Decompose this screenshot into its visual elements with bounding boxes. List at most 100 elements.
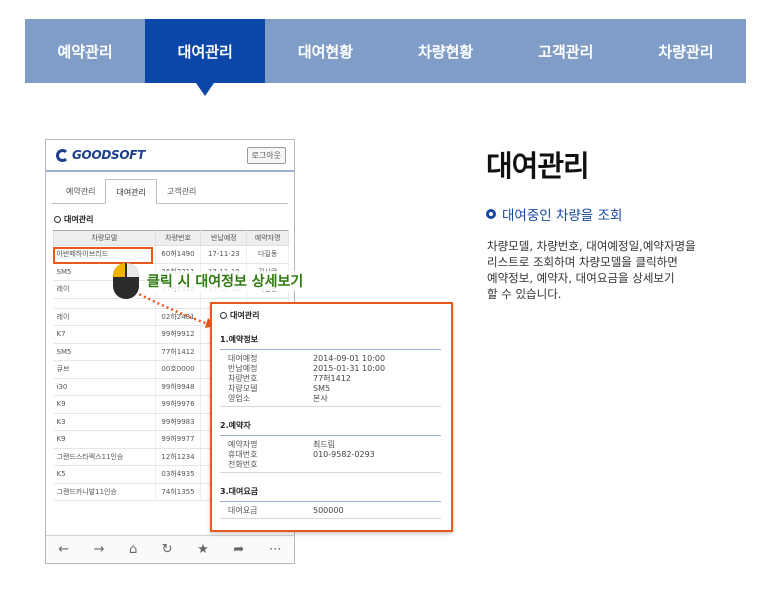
field-label: 휴대번호	[228, 450, 258, 459]
cell-model[interactable]: K9	[53, 430, 156, 449]
cell-model[interactable]: 그랜드스타렉스11인승	[53, 448, 156, 466]
popup-field-row: 예약자명 최드림	[220, 440, 441, 450]
browser-toolbar: ← → ⌂ ↻ ★ ➦ ⋯	[46, 535, 294, 563]
cell-model[interactable]: K9	[53, 395, 156, 414]
circle-bullet-icon	[486, 209, 496, 219]
field-label: 대여요금	[228, 506, 258, 515]
refresh-icon[interactable]: ↻	[162, 542, 173, 557]
field-label: 반납예정	[228, 364, 258, 373]
logout-button[interactable]: 로그아웃	[246, 146, 286, 164]
popup-title-label: 대여관리	[230, 311, 260, 320]
home-icon[interactable]: ⌂	[129, 542, 137, 557]
popup-field-row: 차량번호 77허1412	[220, 374, 441, 384]
cell-model[interactable]: K3	[53, 413, 156, 431]
cell-plate: 99허9977	[155, 430, 202, 449]
cell-model[interactable]: i30	[53, 378, 156, 396]
cell-plate: 99허9948	[155, 378, 202, 396]
cell-model[interactable]: SM5	[53, 263, 156, 281]
phone-section-label: 대여관리	[64, 215, 94, 224]
logo-g-icon	[56, 148, 69, 162]
phone-tabs: 예약관리 대여관리 고객관리	[52, 179, 288, 204]
cell-plate: 74허1355	[155, 483, 202, 501]
cell-plate: 77허1412	[155, 343, 202, 361]
phone-tab-rental[interactable]: 대여관리	[105, 179, 157, 204]
description-line: 할 수 있습니다.	[487, 287, 562, 301]
cell-model[interactable]: 큐브	[53, 360, 156, 379]
nav-tab-rental-status[interactable]: 대여현황	[265, 19, 385, 83]
description-line: 차량모델, 차량번호, 대여예정일,예약자명을	[487, 239, 696, 253]
model-highlight-box	[53, 247, 153, 264]
field-label: 전화번호	[228, 460, 258, 469]
star-icon[interactable]: ★	[197, 542, 209, 557]
goodsoft-logo: GOODSOFT	[56, 148, 145, 162]
field-label: 영업소	[228, 394, 251, 403]
nav-tab-rental[interactable]: 대여관리	[145, 19, 266, 96]
cell-return: 17-11-23	[200, 245, 248, 264]
col-header-return: 반납예정	[200, 230, 248, 246]
popup-section-rows: 대여요금 500000	[220, 506, 441, 519]
click-hint-label: 클릭 시 대여정보 상세보기	[146, 271, 305, 291]
popup-section-rows: 예약자명 최드림 휴대번호 010-9582-0293 전화번호	[220, 440, 441, 473]
top-nav: 예약관리 대여관리 대여현황 차량현황 고객관리 차량관리	[25, 19, 746, 96]
cell-model[interactable]: 그랜드카니발11인승	[53, 483, 156, 501]
nav-tab-customer[interactable]: 고객관리	[506, 19, 626, 83]
field-label: 대여예정	[228, 354, 258, 363]
col-header-model: 차량모델	[53, 230, 156, 246]
field-value: 77허1412	[313, 374, 351, 383]
col-header-plate: 차량번호	[154, 230, 202, 246]
cell-renter: 다길동	[246, 245, 289, 264]
cell-plate: 03허4935	[155, 465, 202, 484]
field-label: 예약자명	[228, 440, 258, 449]
popup-title: 대여관리	[220, 310, 441, 321]
page-subtitle-text: 대여중인 차량을 조회	[502, 208, 623, 224]
field-label: 차량번호	[228, 374, 258, 383]
field-value: 500000	[313, 506, 344, 515]
cell-plate: 99허9983	[155, 413, 202, 431]
share-icon[interactable]: ➦	[233, 542, 244, 557]
cell-plate: 00호0000	[155, 360, 202, 379]
popup-field-row: 차량모델 SM5	[220, 384, 441, 394]
description-line: 예약정보, 예약자, 대여요금을 상세보기	[487, 271, 675, 285]
logo-text: GOODSOFT	[72, 148, 146, 162]
forward-arrow-icon[interactable]: →	[94, 542, 105, 557]
phone-tab-reservation[interactable]: 예약관리	[56, 186, 105, 203]
popup-section-heading: 2.예약자	[220, 420, 441, 436]
field-value: 2015-01-31 10:00	[313, 364, 386, 373]
description-line: 리스트로 조회하며 차량모델을 클릭하면	[487, 255, 678, 269]
popup-section-heading: 1.예약정보	[220, 334, 441, 350]
field-value: 본사	[313, 394, 328, 403]
popup-field-row: 휴대번호 010-9582-0293	[220, 450, 441, 460]
col-header-renter: 예약자명	[246, 230, 289, 246]
nav-tab-vehicle-mgmt[interactable]: 차량관리	[626, 19, 746, 83]
clock-icon	[220, 312, 227, 319]
cell-plate: 12허1234	[155, 448, 202, 466]
popup-sections: 1.예약정보대여예정 2014-09-01 10:00 반납예정 2015-01-31…	[220, 334, 441, 519]
phone-tab-customer[interactable]: 고객관리	[157, 186, 206, 203]
cell-plate: 60허1490	[155, 245, 202, 264]
page-title: 대여관리	[486, 149, 590, 183]
field-value: 2014-09-01 10:00	[313, 354, 386, 363]
popup-section-heading: 3.대여요금	[220, 486, 441, 502]
cell-model[interactable]: K5	[53, 465, 156, 484]
more-icon[interactable]: ⋯	[269, 542, 282, 557]
nav-tab-reservation[interactable]: 예약관리	[25, 19, 145, 83]
field-label: 차량모델	[228, 384, 258, 393]
dotted-arrow	[134, 290, 216, 328]
popup-field-row: 대여예정 2014-09-01 10:00	[220, 354, 441, 364]
popup-section-rows: 대여예정 2014-09-01 10:00 반납예정 2015-01-31 10:00…	[220, 354, 441, 407]
phone-header: GOODSOFT 로그아웃	[46, 140, 294, 172]
back-arrow-icon[interactable]: ←	[58, 542, 69, 557]
page-subtitle: 대여중인 차량을 조회	[486, 204, 622, 224]
clock-icon	[54, 216, 61, 223]
page-description: 차량모델, 차량번호, 대여예정일,예약자명을 리스트로 조회하며 차량모델을 …	[487, 238, 737, 302]
phone-section-title: 대여관리	[54, 214, 294, 225]
cell-plate: 99허9976	[155, 395, 202, 414]
popup-field-row: 전화번호	[220, 460, 441, 470]
nav-tab-vehicle-status[interactable]: 차량현황	[386, 19, 506, 83]
cell-model[interactable]: SM5	[53, 343, 156, 361]
mouse-click-icon	[113, 263, 139, 299]
popup-field-row: 대여요금 500000	[220, 506, 441, 519]
popup-field-row: 영업소 본사	[220, 394, 441, 404]
rental-detail-popup: 대여관리 1.예약정보대여예정 2014-09-01 10:00 반납예정 2015-…	[210, 302, 453, 532]
field-value: 010-9582-0293	[313, 450, 375, 459]
